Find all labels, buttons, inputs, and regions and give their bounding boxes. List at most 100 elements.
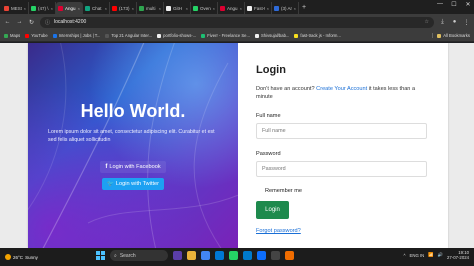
login-card: Hello World. Lorem ipsum dolor sit amet,… [28, 43, 448, 248]
tab-favicon-icon [139, 5, 144, 11]
weather-widget[interactable]: 26°C Sunny [5, 254, 38, 260]
tab-favicon-icon [58, 5, 63, 11]
volume-icon[interactable]: 🔊 [438, 252, 443, 258]
sun-icon [5, 254, 11, 260]
signup-prompt: Don't have an account? Create Your Accou… [256, 85, 430, 101]
bookmarks-bar: Maps YouTube Internships | Jobs | T... Top … [0, 30, 474, 42]
search-icon: ⌕ [114, 252, 117, 259]
screen: MESS×(47) \×Angu×Chat×(173)×multi×GitH×O… [0, 0, 474, 266]
tab-close-icon[interactable]: × [105, 6, 107, 11]
browser-tab[interactable]: Chat × [83, 2, 110, 14]
browser-tab[interactable]: Angu × [218, 2, 245, 14]
chrome-icon[interactable] [201, 251, 210, 260]
tab-close-icon[interactable]: × [78, 6, 80, 11]
browser-tab[interactable]: Fast-t × [245, 2, 272, 14]
bookmark-item[interactable]: Fiverr - Freelance Se... [201, 33, 250, 38]
all-bookmarks-button[interactable]: All Bookmarks [432, 33, 470, 38]
new-tab-icon[interactable]: + [299, 2, 309, 14]
tab-close-icon[interactable]: × [213, 6, 215, 11]
bookmark-item[interactable]: Maps [4, 33, 20, 38]
weather-temp: 26°C [13, 254, 24, 260]
browser-tab[interactable]: multi × [137, 2, 164, 14]
tab-close-icon[interactable]: × [240, 6, 242, 11]
wifi-icon[interactable]: 📶 [428, 252, 433, 258]
login-button[interactable]: Login [256, 201, 289, 219]
bookmark-item[interactable]: fast-track js - Inform... [294, 33, 341, 38]
vscode-icon[interactable] [243, 251, 252, 260]
maximize-icon[interactable]: ☐ [450, 1, 458, 8]
remember-me-checkbox[interactable] [256, 188, 261, 194]
remember-me-row[interactable]: Remember me [256, 188, 430, 194]
task-view-icon[interactable] [173, 251, 182, 260]
password-input[interactable] [256, 161, 427, 177]
taskbar-apps: ⌕ Search [96, 250, 294, 261]
tab-favicon-icon [274, 5, 279, 11]
menu-kebab-icon[interactable]: ⋮ [463, 19, 470, 26]
store-icon[interactable] [257, 251, 266, 260]
forward-arrow-icon[interactable]: → [16, 19, 23, 25]
browser-tab[interactable]: MESS× [2, 2, 29, 14]
tab-label: (47) \ [38, 5, 49, 11]
create-account-link[interactable]: Create Your Account [316, 86, 367, 92]
site-info-icon[interactable]: ⓘ [45, 19, 50, 26]
tab-favicon-icon [4, 5, 9, 11]
close-window-icon[interactable]: ✕ [464, 1, 472, 8]
hero-title: Hello World. [80, 101, 186, 121]
tab-close-icon[interactable]: × [51, 6, 53, 11]
bookmark-favicon-icon [157, 33, 162, 38]
tab-close-icon[interactable]: × [132, 6, 134, 11]
tab-favicon-icon [193, 5, 198, 11]
bookmark-item[interactable]: Top 21 Angular Inter... [105, 33, 152, 38]
edge-icon[interactable] [215, 251, 224, 260]
bookmark-item[interactable]: Shivsujal/bab... [255, 33, 289, 38]
login-title: Login [256, 64, 286, 76]
bookmark-label: Internships | Jobs | T... [58, 33, 101, 38]
app-icon[interactable] [285, 251, 294, 260]
browser-tab[interactable]: (47) \ × [29, 2, 56, 14]
weather-desc: Sunny [25, 254, 38, 260]
bookmark-item[interactable]: Internships | Jobs | T... [52, 33, 101, 38]
forgot-password-link[interactable]: Forgot password? [256, 228, 430, 234]
login-facebook-button[interactable]: f Login with Facebook [100, 161, 166, 173]
bookmark-item[interactable]: portfolio-shows-... [157, 33, 196, 38]
tab-close-icon[interactable]: × [267, 6, 269, 11]
bookmark-label: portfolio-shows-... [163, 33, 197, 38]
minimize-icon[interactable]: — [436, 1, 444, 8]
tab-close-icon[interactable]: × [186, 6, 188, 11]
browser-tab[interactable]: Overv× [191, 2, 218, 14]
tab-close-icon[interactable]: × [24, 6, 26, 11]
clock[interactable]: 19:10 27-07-2024 [447, 250, 469, 260]
login-twitter-button[interactable]: 🐦 Login with Twitter [101, 178, 165, 190]
whatsapp-icon[interactable] [229, 251, 238, 260]
browser-tab[interactable]: Angu × [56, 2, 83, 14]
reload-icon[interactable]: ↻ [28, 19, 35, 26]
tab-label: MESS [11, 5, 22, 11]
fullname-input[interactable] [256, 123, 427, 139]
tab-favicon-icon [31, 5, 36, 11]
browser-tab[interactable]: (173) × [110, 2, 137, 14]
bookmark-star-icon[interactable]: ☆ [425, 19, 429, 25]
address-bar[interactable]: ⓘ localhost:4200 ☆ [40, 16, 434, 28]
download-icon[interactable]: ⤓ [439, 19, 446, 26]
tray-chevron-icon[interactable]: ^ [403, 253, 405, 258]
taskbar-search[interactable]: ⌕ Search [110, 250, 168, 261]
terminal-icon[interactable] [271, 251, 280, 260]
tab-close-icon[interactable]: × [159, 6, 161, 11]
back-arrow-icon[interactable]: ← [4, 19, 11, 25]
profile-icon[interactable]: ● [451, 19, 458, 25]
twitter-row: 🐦 Login with Twitter [28, 178, 238, 190]
tab-favicon-icon [112, 5, 117, 11]
browser-tab[interactable]: GitH × [164, 2, 191, 14]
twitter-button-label: Login with Twitter [115, 181, 160, 187]
bookmark-item[interactable]: YouTube [25, 33, 48, 38]
windows-start-icon[interactable] [96, 251, 105, 260]
language-indicator[interactable]: ENG IN [409, 253, 424, 258]
browser-tab[interactable]: (3) Ar × [272, 2, 299, 14]
tab-close-icon[interactable]: × [294, 6, 296, 11]
hero-panel: Hello World. Lorem ipsum dolor sit amet,… [28, 43, 238, 248]
bookmark-label: Fiverr - Freelance Se... [207, 33, 251, 38]
password-label: Password [256, 151, 281, 157]
tab-label: GitH [173, 5, 182, 11]
file-explorer-icon[interactable] [187, 251, 196, 260]
bookmark-favicon-icon [4, 33, 8, 38]
